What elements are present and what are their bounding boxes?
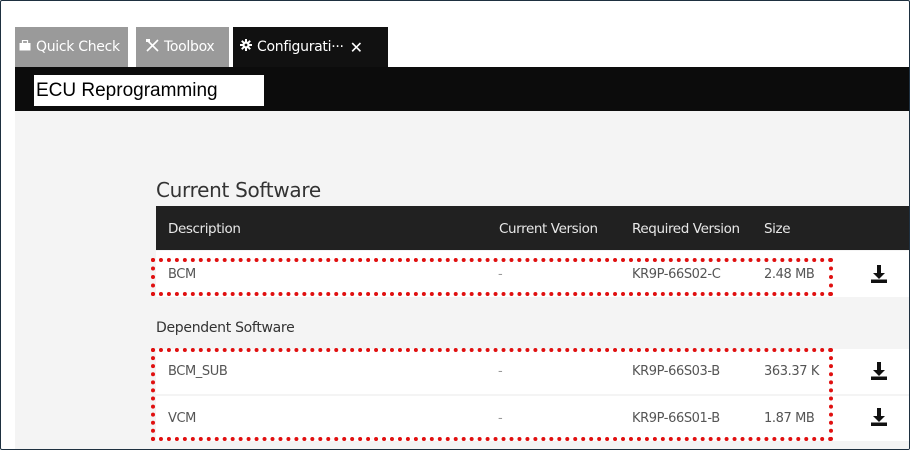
column-header-size: Size bbox=[764, 221, 791, 237]
tab-label: Quick Check bbox=[36, 39, 120, 55]
current-software-title: Current Software bbox=[156, 178, 321, 202]
gear-icon bbox=[240, 39, 252, 55]
highlight-box-dependent bbox=[151, 348, 833, 441]
download-icon[interactable] bbox=[869, 407, 889, 427]
app-window: Quick Check Toolbox Configurati··· ✕ ECU… bbox=[0, 0, 910, 450]
highlight-box-current bbox=[151, 258, 833, 296]
column-header-description: Description bbox=[168, 221, 241, 237]
column-header-required-version: Required Version bbox=[632, 221, 740, 237]
tab-bar: Quick Check Toolbox Configurati··· ✕ bbox=[15, 20, 909, 67]
tab-toolbox[interactable]: Toolbox bbox=[136, 27, 229, 67]
download-icon[interactable] bbox=[869, 361, 889, 381]
tab-configuration[interactable]: Configurati··· ✕ bbox=[233, 27, 388, 67]
briefcase-icon bbox=[19, 39, 31, 55]
dependent-software-title: Dependent Software bbox=[156, 320, 295, 336]
close-icon[interactable]: ✕ bbox=[350, 38, 363, 57]
tab-label: Toolbox bbox=[164, 39, 215, 55]
tools-icon bbox=[146, 38, 159, 56]
table-header: Description Current Version Required Ver… bbox=[156, 206, 909, 250]
column-header-current-version: Current Version bbox=[499, 221, 598, 237]
page-title: ECU Reprogramming bbox=[34, 75, 264, 106]
download-icon[interactable] bbox=[869, 264, 889, 284]
page-header: ECU Reprogramming bbox=[15, 67, 909, 111]
tab-label: Configurati··· bbox=[257, 39, 344, 55]
tab-quick-check[interactable]: Quick Check bbox=[15, 27, 128, 67]
